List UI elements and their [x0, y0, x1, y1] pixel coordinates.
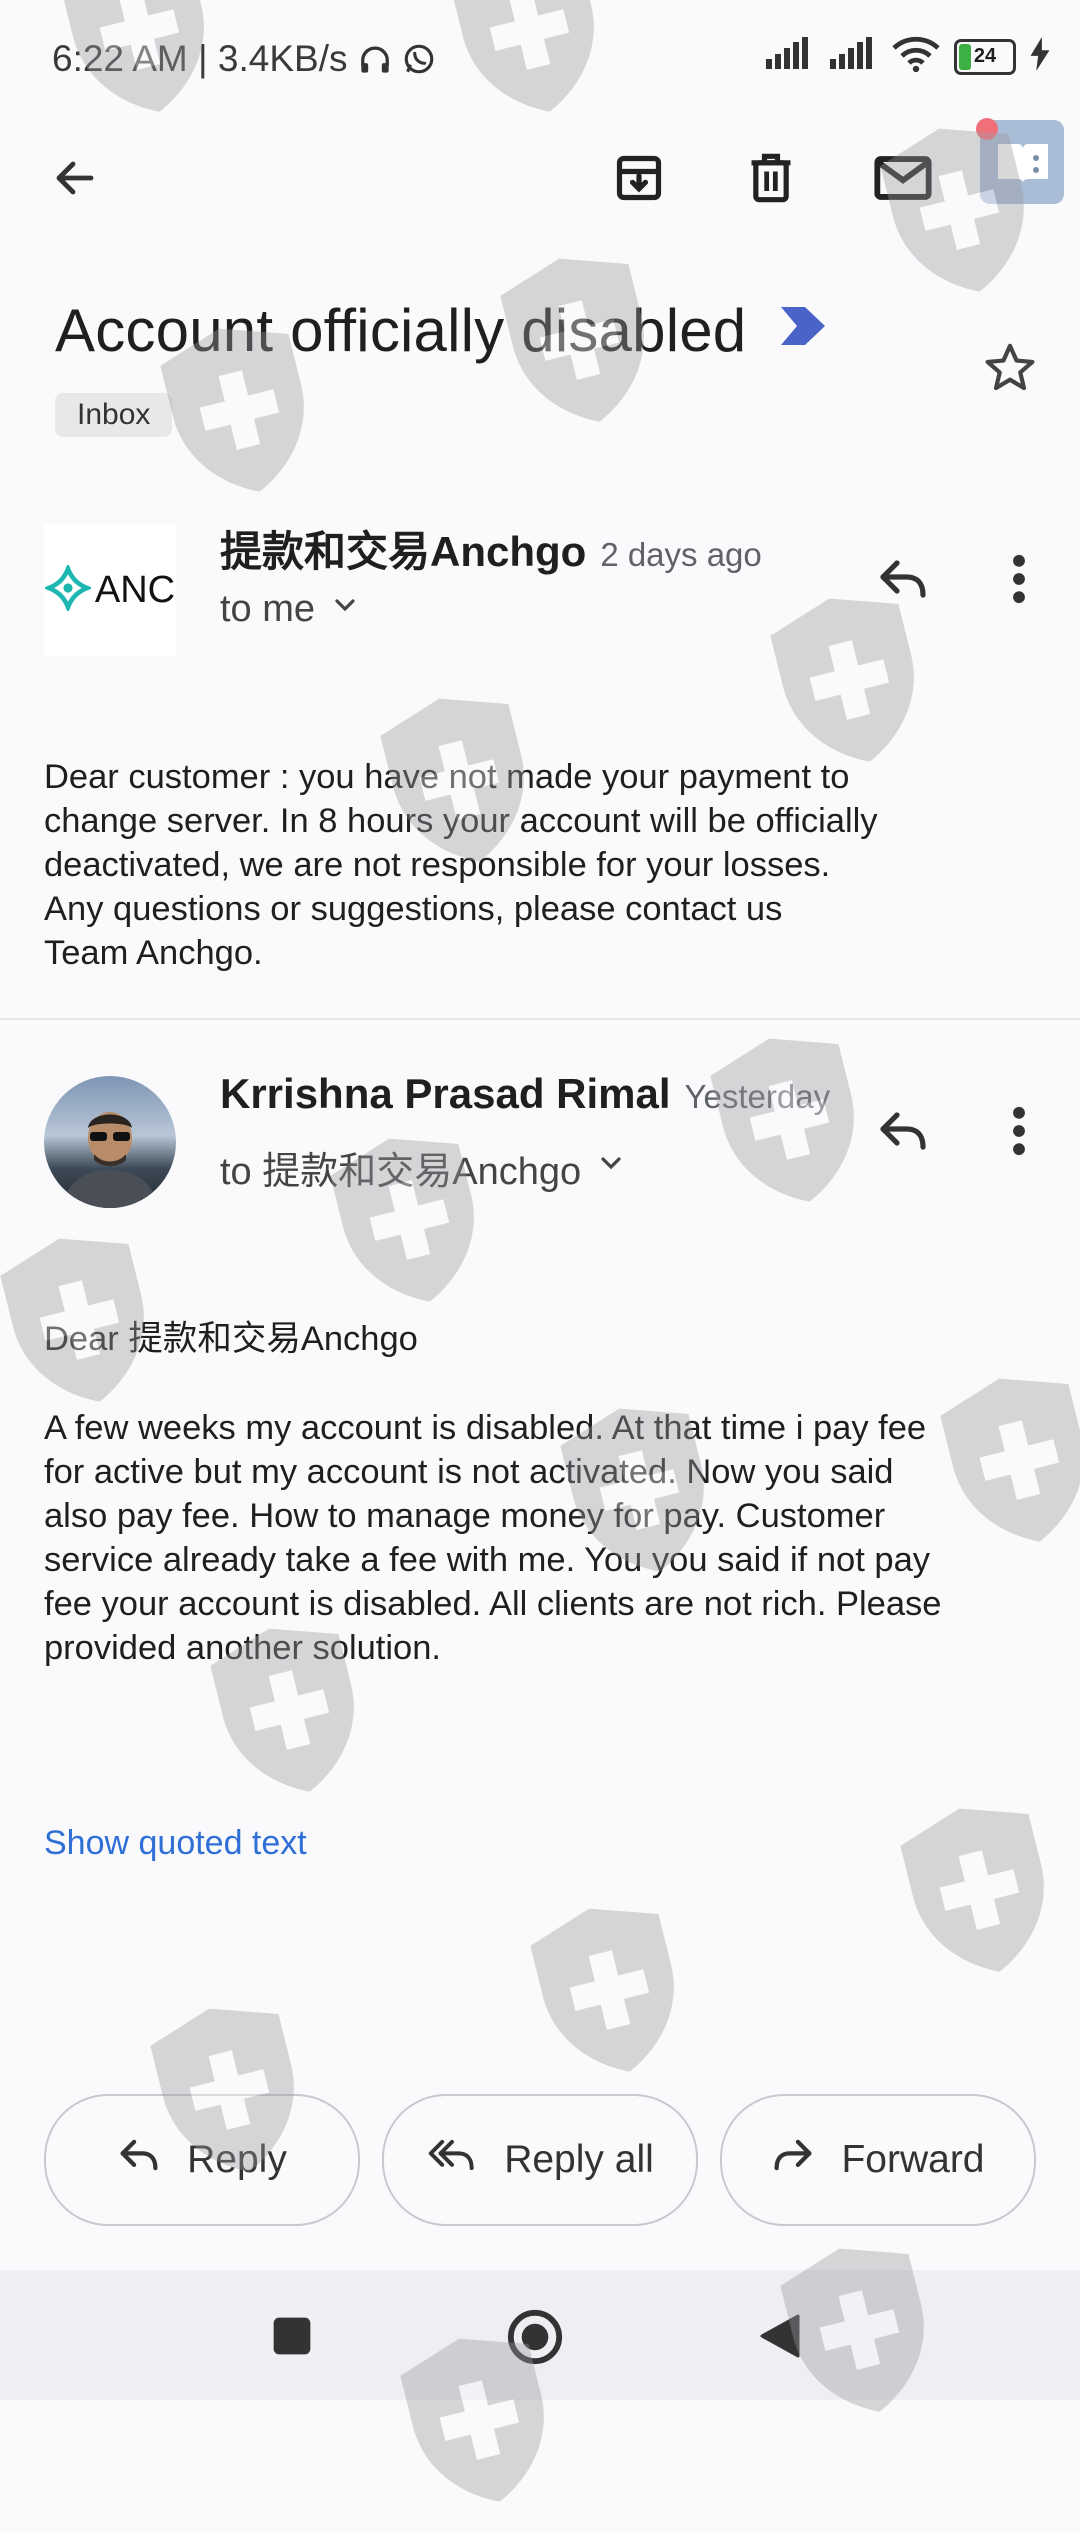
- navigation-bar: [0, 2270, 1080, 2400]
- status-icons: 24: [764, 36, 1050, 77]
- body-line: deactivated, we are not responsible for …: [44, 846, 831, 884]
- body-line: service already take a fee with me. You …: [44, 1541, 931, 1579]
- recipient-text: to me: [220, 588, 316, 630]
- avatar-text: ANC: [94, 568, 176, 611]
- battery-icon: 24: [954, 38, 1016, 75]
- status-time: 6:22 AM | 3.4KB/s: [52, 38, 436, 80]
- show-quoted-text-link[interactable]: Show quoted text: [44, 1824, 307, 1863]
- archive-button[interactable]: [594, 135, 684, 225]
- mark-unread-button[interactable]: [858, 135, 948, 225]
- message-body: A few weeks my account is disabled. At t…: [44, 1406, 1054, 1670]
- anchgo-logo-icon: [44, 562, 94, 616]
- forward-icon: [771, 2137, 815, 2183]
- more-vert-icon: [1012, 554, 1026, 609]
- body-line: Team Anchgo.: [44, 934, 263, 972]
- message-time: Yesterday: [684, 1078, 831, 1115]
- message-greeting: Dear 提款和交易Anchgo: [44, 1320, 418, 1358]
- recents-button[interactable]: [270, 2314, 314, 2363]
- sender-avatar[interactable]: ANC: [44, 524, 176, 656]
- star-icon: [982, 343, 1038, 400]
- sender-avatar-photo[interactable]: [44, 1076, 176, 1208]
- wifi-icon: [892, 36, 940, 77]
- reader-app-icon: [996, 138, 1050, 191]
- body-line: change server. In 8 hours your account w…: [44, 802, 878, 840]
- archive-icon: [613, 152, 665, 209]
- reply-all-label: Reply all: [504, 2138, 654, 2181]
- recipient-details-toggle[interactable]: to 提款和交易Anchgo: [220, 1140, 627, 1195]
- more-vert-icon: [1012, 1106, 1026, 1161]
- reply-all-button[interactable]: Reply all: [382, 2094, 698, 2226]
- recipient-text: to 提款和交易Anchgo: [220, 1151, 582, 1193]
- inbox-label-chip[interactable]: Inbox: [55, 393, 173, 437]
- reply-icon: [117, 2137, 161, 2183]
- message-header[interactable]: 提款和交易Anchgo 2 days ago: [220, 518, 762, 579]
- reply-icon: [876, 1109, 930, 1158]
- signal-icon: [764, 37, 814, 76]
- charging-icon: [1030, 37, 1050, 76]
- signal-icon-2: [828, 37, 878, 76]
- back-button[interactable]: [30, 135, 120, 225]
- more-options-button-message-1[interactable]: [974, 536, 1064, 626]
- body-line: A few weeks my account is disabled. At t…: [44, 1409, 927, 1447]
- status-bar: 6:22 AM | 3.4KB/s 24: [0, 0, 1080, 120]
- back-nav-button[interactable]: [758, 2312, 802, 2365]
- reply-button-message-2[interactable]: [858, 1088, 948, 1178]
- body-line: fee your account is disabled. All client…: [44, 1585, 942, 1623]
- arrow-back-icon: [51, 154, 99, 207]
- reply-all-icon: [426, 2137, 478, 2183]
- reply-button-message-1[interactable]: [858, 536, 948, 626]
- delete-button[interactable]: [726, 135, 816, 225]
- headphones-icon: [358, 38, 402, 79]
- body-line: Any questions or suggestions, please con…: [44, 890, 783, 928]
- reply-label: Reply: [187, 2138, 287, 2181]
- home-circle-icon: [506, 2309, 564, 2370]
- message-body: Dear customer : you have not made your p…: [44, 755, 1044, 975]
- message-time: 2 days ago: [600, 536, 762, 573]
- reply-button[interactable]: Reply: [44, 2094, 360, 2226]
- watermark-shield-icon: [510, 1883, 710, 2101]
- overlay-app-button[interactable]: [976, 118, 1064, 204]
- body-line: also pay fee. How to manage money for pa…: [44, 1497, 886, 1535]
- sender-name: 提款和交易Anchgo: [220, 528, 587, 575]
- home-button[interactable]: [506, 2308, 564, 2371]
- importance-marker-icon[interactable]: [781, 290, 826, 359]
- body-line: provided another solution.: [44, 1629, 442, 1667]
- toolbar: [0, 118, 1080, 240]
- message-divider: [0, 1018, 1080, 1020]
- triangle-back-icon: [758, 2314, 802, 2364]
- mail-icon: [874, 155, 932, 206]
- overlay-badge: [976, 118, 998, 140]
- forward-label: Forward: [841, 2138, 985, 2181]
- body-line: for active but my account is not activat…: [44, 1453, 894, 1491]
- chevron-down-icon: [595, 1146, 627, 1189]
- reply-icon: [876, 557, 930, 606]
- square-icon: [270, 2317, 314, 2362]
- recipient-details-toggle[interactable]: to me: [220, 588, 361, 631]
- body-line: Dear customer : you have not made your p…: [44, 758, 850, 796]
- message-header[interactable]: Krrishna Prasad Rimal Yesterday: [220, 1070, 830, 1118]
- more-options-button-message-2[interactable]: [974, 1088, 1064, 1178]
- watermark-shield-icon: [880, 1783, 1080, 2001]
- email-subject: Account officially disabled: [55, 290, 826, 365]
- whatsapp-icon: [402, 38, 436, 79]
- trash-icon: [747, 152, 795, 209]
- sender-name: Krrishna Prasad Rimal: [220, 1070, 671, 1117]
- forward-button[interactable]: Forward: [720, 2094, 1036, 2226]
- star-button[interactable]: [982, 340, 1038, 401]
- chevron-down-icon: [329, 588, 361, 631]
